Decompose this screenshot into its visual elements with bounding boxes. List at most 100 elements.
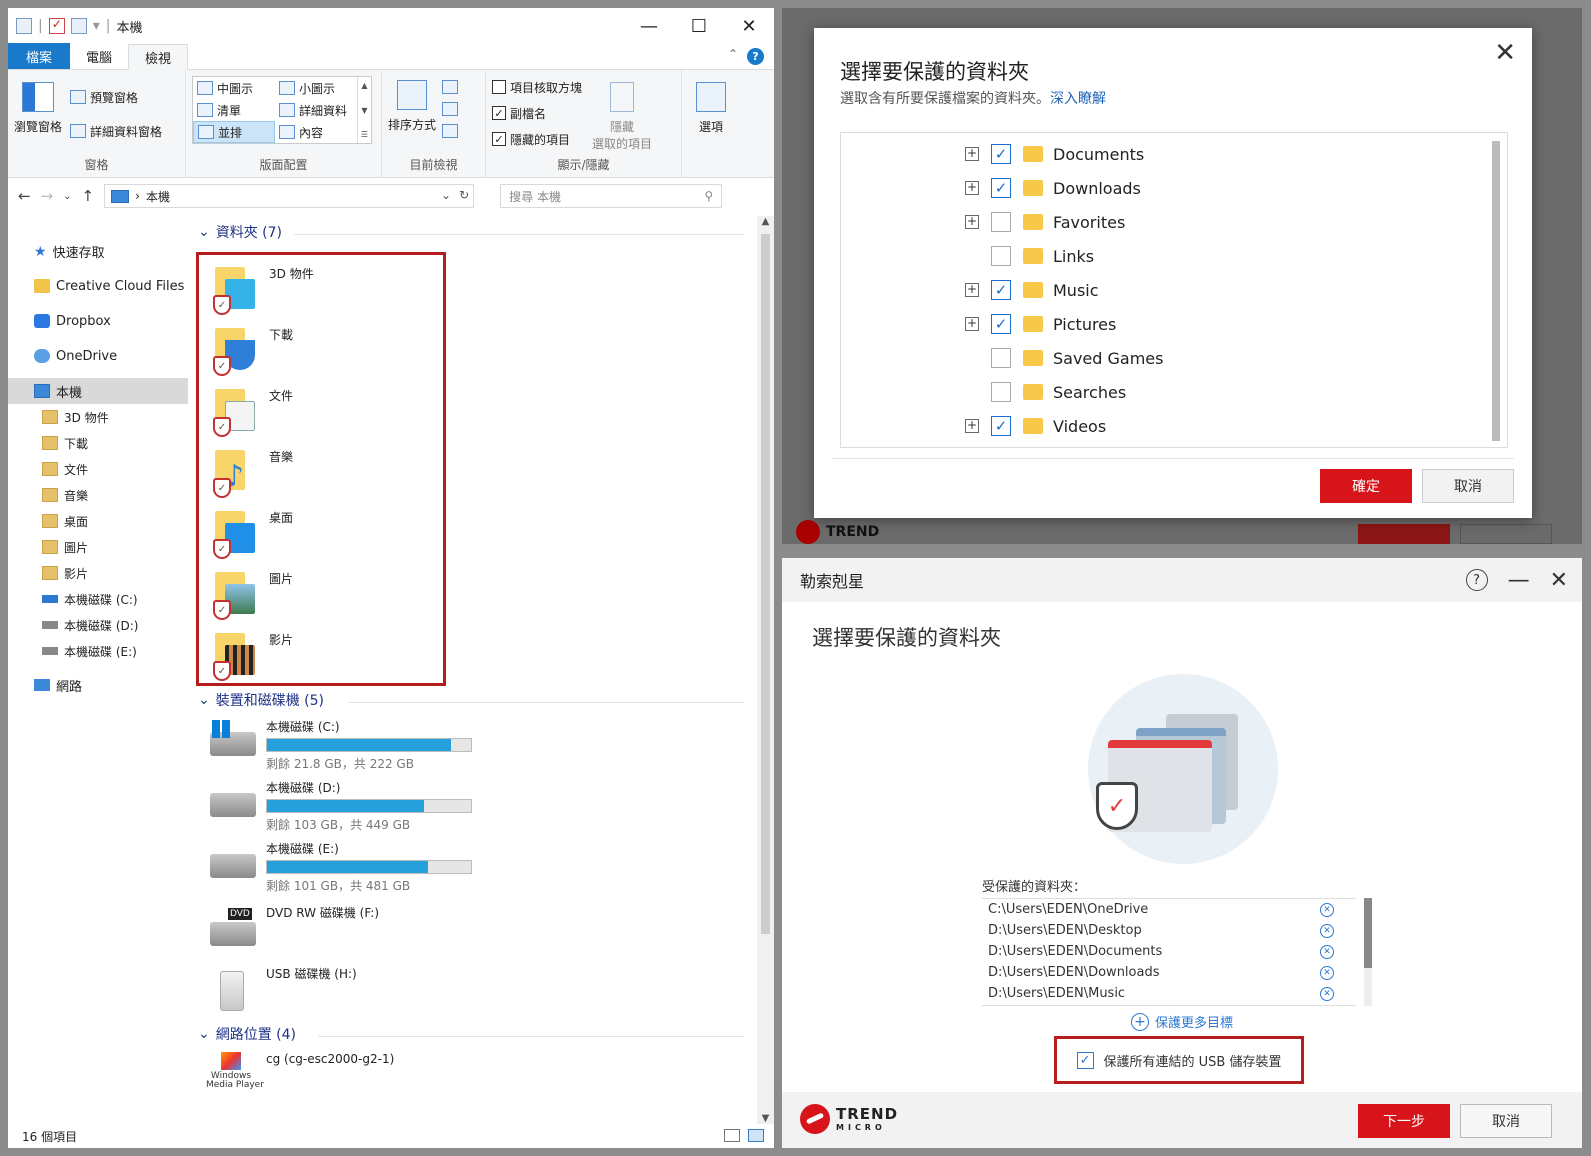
help-icon[interactable]: ? <box>1465 569 1488 591</box>
drive-d[interactable]: 本機磁碟 (D:) 剩餘 103 GB，共 449 GB <box>206 779 506 839</box>
folder-3d-objects[interactable]: ✓ 3D 物件 <box>209 263 429 319</box>
section-folders-header[interactable]: ⌄ 資料夾 (7) <box>198 222 282 242</box>
add-more-targets-link[interactable]: + 保護更多目標 <box>782 1012 1582 1031</box>
drive-e[interactable]: 本機磁碟 (E:) 剩餘 101 GB，共 481 GB <box>206 840 506 900</box>
layout-content[interactable]: 內容 <box>275 121 357 143</box>
next-button[interactable]: 下一步 <box>1358 1104 1450 1138</box>
collapse-ribbon-icon[interactable]: ⌃ <box>728 47 738 61</box>
refresh-icon[interactable]: ↻ <box>459 188 469 202</box>
nav-item-drive-d[interactable]: 本機磁碟 (D:) <box>8 612 188 638</box>
nav-item-pictures[interactable]: 圖片 <box>8 534 188 560</box>
tree-checkbox[interactable] <box>991 246 1011 266</box>
new-folder-icon[interactable] <box>70 18 87 34</box>
nav-item-videos[interactable]: 影片 <box>8 560 188 586</box>
preview-pane-button[interactable]: 預覽窗格 <box>70 86 162 108</box>
tree-row-music[interactable]: + Music <box>965 275 1099 305</box>
address-dropdown-icon[interactable]: ⌄ <box>441 188 451 202</box>
protected-list-scrollbar[interactable] <box>1364 898 1372 1006</box>
section-network-header[interactable]: ⌄ 網路位置 (4) <box>198 1024 296 1044</box>
properties-icon[interactable] <box>48 17 65 34</box>
network-location-item[interactable]: Windows Media Player cg (cg-esc2000-g2-1… <box>206 1052 506 1112</box>
section-devices-header[interactable]: ⌄ 裝置和磁碟機 (5) <box>198 690 324 710</box>
item-checkboxes-checkbox[interactable] <box>492 80 506 94</box>
nav-network[interactable]: 網路 <box>8 672 188 698</box>
minimize-button[interactable]: — <box>624 8 674 44</box>
tree-checkbox[interactable] <box>991 178 1011 198</box>
ok-button[interactable]: 確定 <box>1320 469 1412 503</box>
usb-protect-checkbox[interactable]: ✓ <box>1076 1051 1094 1069</box>
tree-checkbox[interactable] <box>991 348 1011 368</box>
learn-more-link[interactable]: 深入瞭解 <box>1050 91 1106 107</box>
minimize-icon[interactable]: — <box>1508 568 1530 593</box>
folder-videos[interactable]: ✓ 影片 <box>209 629 429 685</box>
back-arrow-icon[interactable]: ← <box>18 187 31 205</box>
nav-quick-access[interactable]: ★ 快速存取 <box>8 238 188 264</box>
tab-computer[interactable]: 電腦 <box>70 43 128 69</box>
folder-pictures[interactable]: ✓ 圖片 <box>209 568 429 624</box>
layout-tiles[interactable]: 並排 <box>193 121 275 143</box>
item-checkboxes-toggle[interactable]: 項目核取方塊 <box>492 76 582 98</box>
folder-downloads[interactable]: ✓ 下載 <box>209 324 429 380</box>
folder-desktop[interactable]: ✓ 桌面 <box>209 507 429 563</box>
nav-creative-cloud[interactable]: Creative Cloud Files <box>8 273 188 299</box>
scrollbar-thumb[interactable] <box>761 234 770 934</box>
folder-documents[interactable]: ✓ 文件 <box>209 385 429 441</box>
cancel-button[interactable]: 取消 <box>1460 1104 1552 1138</box>
hidden-items-toggle[interactable]: 隱藏的項目 <box>492 128 582 150</box>
tree-row-pictures[interactable]: + Pictures <box>965 309 1116 339</box>
content-scrollbar[interactable]: ▲ ▼ <box>757 216 774 1124</box>
address-input[interactable]: › 本機 ⌄ ↻ <box>104 184 475 208</box>
maximize-button[interactable]: ☐ <box>674 8 724 44</box>
tree-row-documents[interactable]: + Documents <box>965 139 1144 169</box>
nav-item-downloads[interactable]: 下載 <box>8 430 188 456</box>
remove-circle-icon[interactable]: ✕ <box>1320 986 1334 1001</box>
layout-details[interactable]: 詳細資料 <box>275 99 357 121</box>
size-columns-icon[interactable] <box>442 124 459 138</box>
up-arrow-icon[interactable]: ↑ <box>82 187 95 205</box>
nav-onedrive[interactable]: OneDrive <box>8 343 188 369</box>
expand-icon[interactable]: + <box>965 283 979 297</box>
hide-selected-button[interactable]: 隱藏 選取的項目 <box>592 82 652 152</box>
expand-icon[interactable]: + <box>965 147 979 161</box>
expand-icon[interactable]: + <box>965 215 979 229</box>
tree-checkbox[interactable] <box>991 382 1011 402</box>
layout-list[interactable]: 清單 <box>193 99 275 121</box>
nav-item-music[interactable]: 音樂 <box>8 482 188 508</box>
cancel-button[interactable]: 取消 <box>1422 469 1514 503</box>
nav-item-documents[interactable]: 文件 <box>8 456 188 482</box>
tree-scrollbar[interactable] <box>1491 139 1501 441</box>
close-button[interactable]: ✕ <box>724 8 774 44</box>
group-by-icon[interactable] <box>442 80 459 94</box>
tree-checkbox[interactable] <box>991 416 1011 436</box>
large-icons-view-icon[interactable] <box>748 1129 764 1142</box>
add-columns-icon[interactable] <box>442 102 459 116</box>
usb-drive[interactable]: USB 磁碟機 (H:) <box>206 965 506 1025</box>
close-icon[interactable]: ✕ <box>1494 38 1516 68</box>
tree-row-videos[interactable]: + Videos <box>965 411 1106 441</box>
qat-dropdown-icon[interactable]: ▾ <box>93 18 100 34</box>
expand-icon[interactable]: + <box>965 317 979 331</box>
navigation-pane-button[interactable]: 瀏覽窗格 <box>14 82 62 142</box>
nav-item-desktop[interactable]: 桌面 <box>8 508 188 534</box>
nav-dropbox[interactable]: Dropbox <box>8 308 188 334</box>
nav-item-drive-e[interactable]: 本機磁碟 (E:) <box>8 638 188 664</box>
help-icon[interactable]: ? <box>747 48 764 65</box>
tree-row-links[interactable]: +Links <box>965 241 1094 271</box>
hidden-items-checkbox[interactable] <box>492 132 506 146</box>
tree-scrollbar-thumb[interactable] <box>1492 141 1500 441</box>
layout-medium-icons[interactable]: 中圖示 <box>193 77 275 99</box>
tree-checkbox[interactable] <box>991 314 1011 334</box>
file-extensions-checkbox[interactable] <box>492 106 506 120</box>
expand-icon[interactable]: + <box>965 419 979 433</box>
remove-circle-icon[interactable]: ✕ <box>1320 902 1334 917</box>
remove-circle-icon[interactable]: ✕ <box>1320 923 1334 938</box>
folder-music[interactable]: ♪ ✓ 音樂 <box>209 446 429 502</box>
file-extensions-toggle[interactable]: 副檔名 <box>492 102 582 124</box>
forward-arrow-icon[interactable]: → <box>41 187 54 205</box>
options-button[interactable]: 選項 <box>688 82 734 135</box>
details-pane-button[interactable]: 詳細資料窗格 <box>70 120 162 142</box>
scroll-down-icon[interactable]: ▼ <box>757 1113 774 1124</box>
nav-item-3d-objects[interactable]: 3D 物件 <box>8 404 188 430</box>
details-view-icon[interactable] <box>724 1129 740 1142</box>
tree-row-saved-games[interactable]: +Saved Games <box>965 343 1163 373</box>
